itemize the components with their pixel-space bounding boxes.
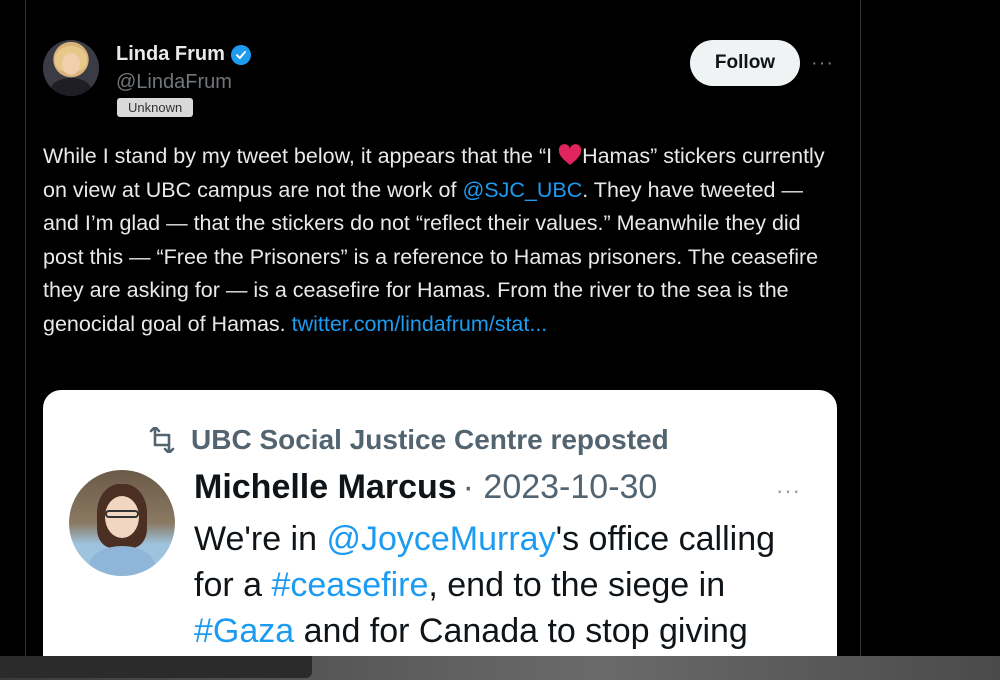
quoted-image-card[interactable]: UBC Social Justice Centre reposted Miche…: [43, 390, 837, 680]
tweet-text: While I stand by my tweet below, it appe…: [43, 140, 843, 341]
mention-link[interactable]: @SJC_UBC: [462, 178, 582, 202]
quoted-text-1: We're in: [194, 520, 327, 558]
tweet-text-seg1: While I stand by my tweet below, it appe…: [43, 144, 559, 168]
bottom-bar: [0, 656, 1000, 680]
author-avatar[interactable]: [43, 40, 99, 96]
author-name[interactable]: Linda Frum: [116, 43, 225, 66]
verified-badge-icon[interactable]: [230, 44, 251, 65]
quoted-more-icon: ···: [776, 478, 801, 503]
author-handle[interactable]: @LindaFrum: [116, 71, 232, 94]
quoted-date: · 2023-10-30: [462, 468, 658, 506]
heart-icon: [558, 144, 582, 165]
follow-button[interactable]: Follow: [690, 40, 800, 86]
author-name-row: Linda Frum: [116, 43, 251, 66]
quoted-text-4: and for Canada to stop giving: [294, 612, 748, 650]
quoted-hashtag-gaza: #Gaza: [194, 612, 295, 650]
column-border-left: [25, 0, 26, 660]
quoted-name-row: Michelle Marcus · 2023-10-30: [194, 468, 657, 507]
repost-label: UBC Social Justice Centre reposted: [191, 424, 669, 455]
quoted-mention: @JoyceMurray: [326, 520, 556, 558]
tweet-url-link[interactable]: twitter.com/lindafrum/stat...: [292, 312, 548, 336]
left-strip: [0, 0, 25, 660]
column-border-right: [860, 0, 861, 660]
bottom-tab: [0, 656, 312, 678]
quoted-avatar: [69, 470, 175, 576]
quoted-hashtag-ceasefire: #ceasefire: [271, 566, 429, 604]
label-badge: Unknown: [117, 98, 194, 117]
quoted-text-3: , end to the siege in: [428, 566, 726, 604]
repost-row: UBC Social Justice Centre reposted: [145, 424, 669, 456]
more-icon[interactable]: ···: [811, 52, 834, 75]
quoted-text: We're in @JoyceMurray's office calling f…: [194, 516, 824, 654]
repost-icon: [149, 427, 175, 453]
quoted-name: Michelle Marcus: [194, 468, 457, 506]
